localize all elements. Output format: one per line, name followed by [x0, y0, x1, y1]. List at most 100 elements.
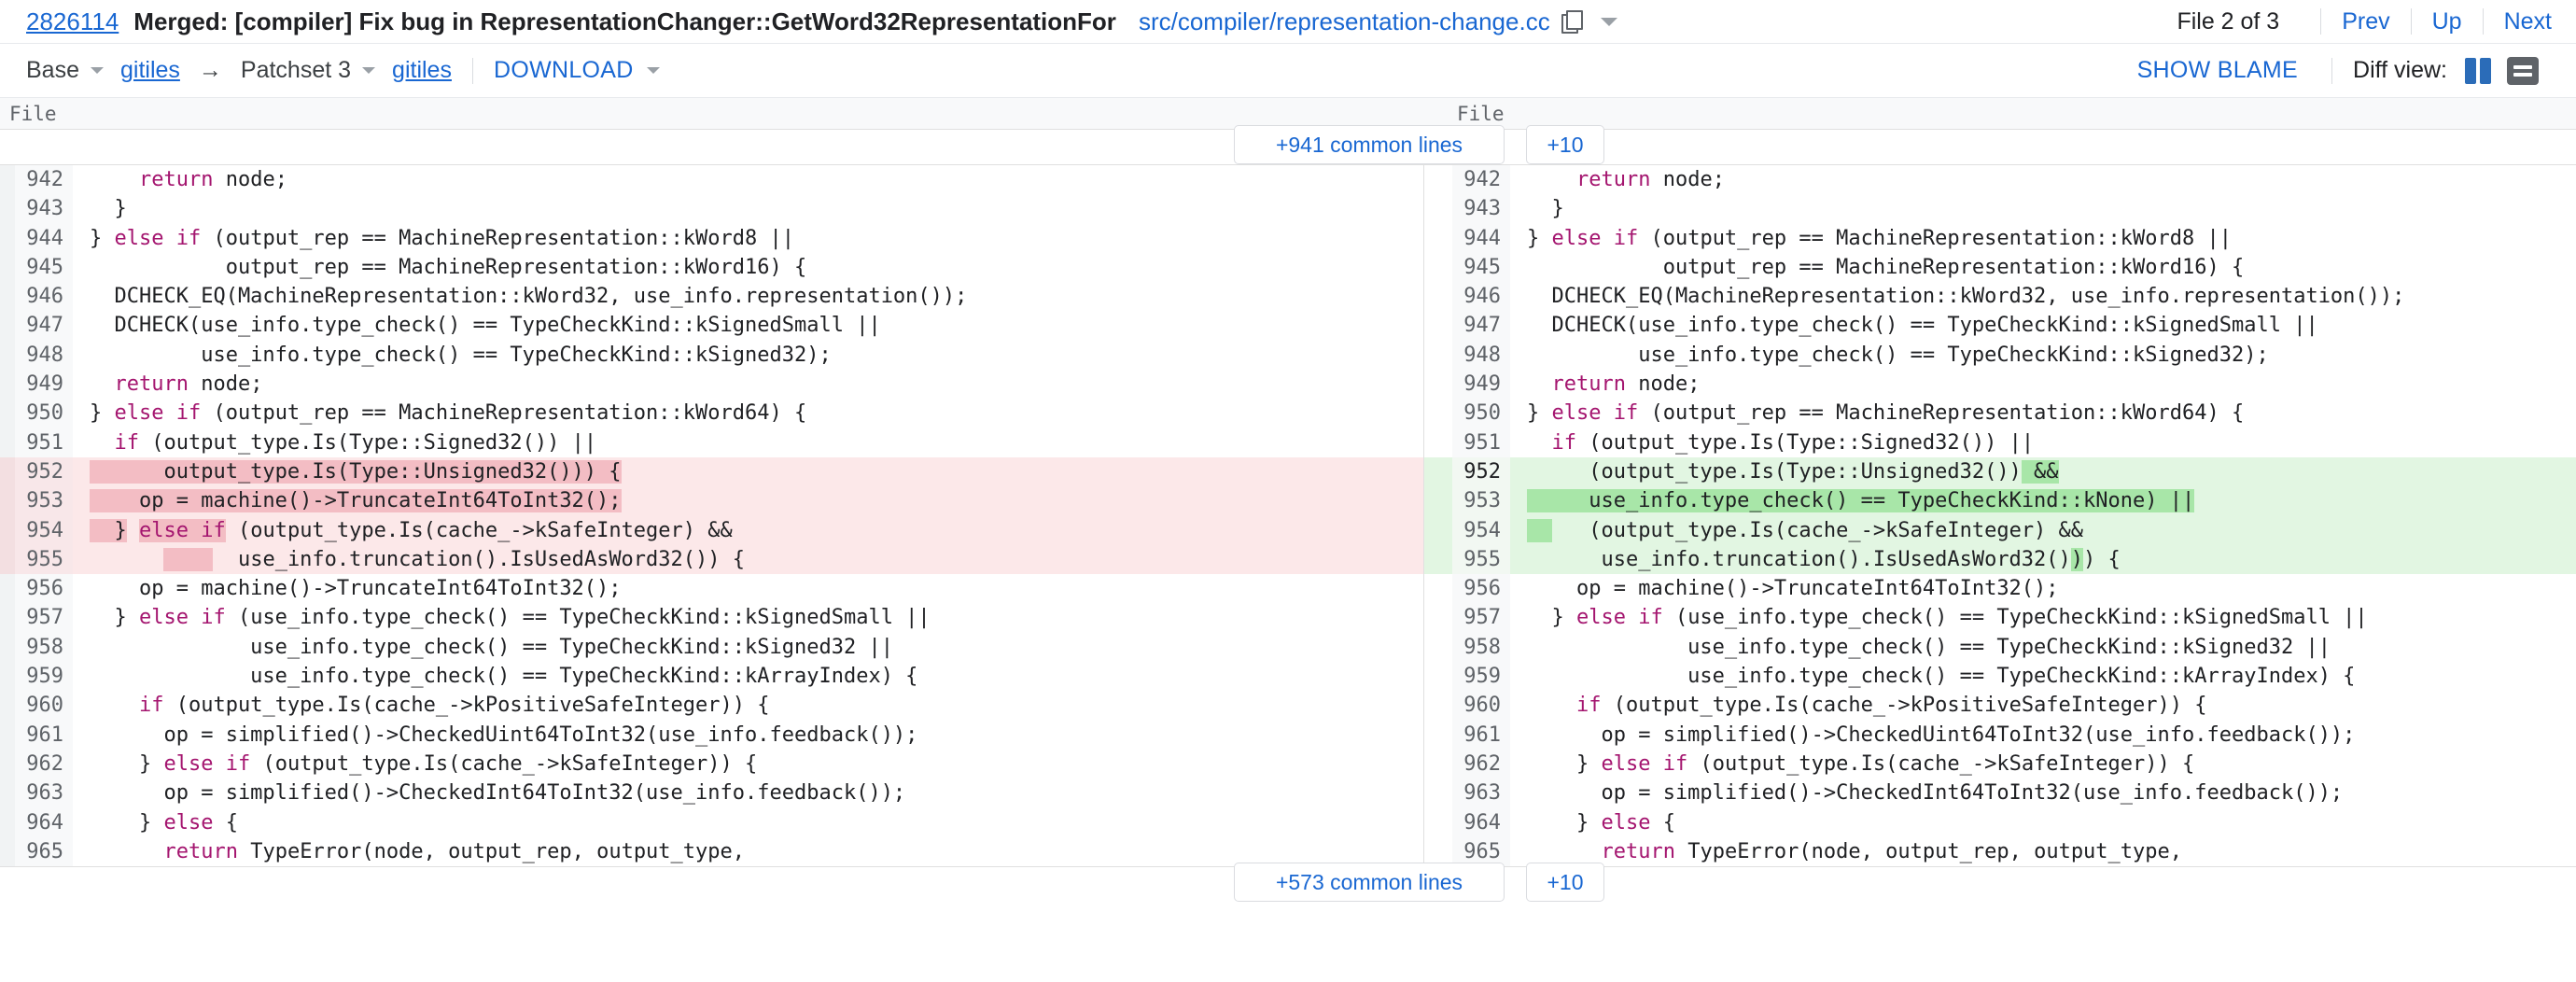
code-line[interactable]: use_info.type_check() == TypeCheckKind::… [1510, 662, 2576, 691]
diff-row[interactable]: 951 if (output_type.Is(Type::Signed32())… [1424, 428, 2576, 457]
code-line[interactable]: use_info.type_check() == TypeCheckKind::… [1510, 633, 2576, 662]
diff-row[interactable]: 961 op = simplified()->CheckedUint64ToIn… [0, 721, 1423, 750]
code-line[interactable]: } else if (output_rep == MachineRepresen… [1510, 399, 2576, 428]
code-line[interactable]: output_rep == MachineRepresentation::kWo… [73, 253, 1423, 282]
code-line[interactable]: use_info.type_check() == TypeCheckKind::… [73, 341, 1423, 370]
line-number[interactable]: 950 [1452, 399, 1510, 428]
code-line[interactable]: return node; [73, 165, 1423, 194]
code-line[interactable]: } [73, 194, 1423, 223]
line-number[interactable]: 959 [15, 662, 73, 691]
code-line[interactable]: } else if (output_type.Is(cache_->kSafeI… [73, 516, 1423, 545]
diff-row[interactable]: 948 use_info.type_check() == TypeCheckKi… [0, 341, 1423, 370]
code-line[interactable]: op = simplified()->CheckedUint64ToInt32(… [1510, 721, 2576, 750]
code-line[interactable]: } else if (output_type.Is(cache_->kSafeI… [1510, 750, 2576, 779]
line-number[interactable]: 953 [15, 486, 73, 515]
line-number[interactable]: 961 [15, 721, 73, 750]
diff-row[interactable]: 949 return node; [1424, 370, 2576, 399]
line-number[interactable]: 948 [1452, 341, 1510, 370]
code-line[interactable]: op = machine()->TruncateInt64ToInt32(); [1510, 574, 2576, 603]
line-number[interactable]: 946 [15, 282, 73, 311]
line-number[interactable]: 955 [15, 545, 73, 574]
code-line[interactable]: use_info.truncation().IsUsedAsWord32()) … [73, 545, 1423, 574]
expand-ten-lines-top[interactable]: +10 [1526, 125, 1604, 164]
line-number[interactable]: 957 [1452, 603, 1510, 632]
line-number[interactable]: 945 [15, 253, 73, 282]
diff-row[interactable]: 943 } [1424, 194, 2576, 223]
code-line[interactable]: op = machine()->TruncateInt64ToInt32(); [73, 574, 1423, 603]
prev-file-link[interactable]: Prev [2342, 8, 2389, 35]
diff-row[interactable]: 956 op = machine()->TruncateInt64ToInt32… [0, 574, 1423, 603]
line-number[interactable]: 942 [15, 165, 73, 194]
code-line[interactable]: return TypeError(node, output_rep, outpu… [73, 837, 1423, 866]
line-number[interactable]: 955 [1452, 545, 1510, 574]
code-line[interactable]: output_type.Is(Type::Unsigned32())) { [73, 457, 1423, 486]
line-number[interactable]: 950 [15, 399, 73, 428]
code-line[interactable]: if (output_type.Is(cache_->kPositiveSafe… [1510, 691, 2576, 720]
line-number[interactable]: 957 [15, 603, 73, 632]
code-line[interactable]: return node; [1510, 165, 2576, 194]
diff-row[interactable]: 962 } else if (output_type.Is(cache_->kS… [1424, 750, 2576, 779]
diff-row[interactable]: 943 } [0, 194, 1423, 223]
diff-row[interactable]: 950} else if (output_rep == MachineRepre… [0, 399, 1423, 428]
code-line[interactable]: use_info.type_check() == TypeCheckKind::… [73, 662, 1423, 691]
line-number[interactable]: 942 [1452, 165, 1510, 194]
line-number[interactable]: 960 [1452, 691, 1510, 720]
change-number-link[interactable]: 2826114 [26, 7, 119, 36]
line-number[interactable]: 954 [1452, 516, 1510, 545]
chevron-down-icon-base[interactable] [91, 67, 104, 74]
line-number[interactable]: 962 [15, 750, 73, 779]
code-line[interactable]: } else if (output_type.Is(cache_->kSafeI… [73, 750, 1423, 779]
line-number[interactable]: 944 [1452, 224, 1510, 253]
code-line[interactable]: } else if (output_rep == MachineRepresen… [73, 399, 1423, 428]
code-line[interactable]: } else { [73, 808, 1423, 837]
show-blame-button[interactable]: SHOW BLAME [2137, 57, 2298, 84]
code-line[interactable]: return node; [73, 370, 1423, 399]
code-line[interactable]: DCHECK_EQ(MachineRepresentation::kWord32… [73, 282, 1423, 311]
diff-row[interactable]: 946 DCHECK_EQ(MachineRepresentation::kWo… [0, 282, 1423, 311]
copy-icon[interactable] [1561, 10, 1582, 33]
diff-row[interactable]: 957 } else if (use_info.type_check() == … [1424, 603, 2576, 632]
line-number[interactable]: 943 [15, 194, 73, 223]
chevron-down-icon-file[interactable] [1601, 18, 1617, 26]
code-line[interactable]: } else if (use_info.type_check() == Type… [73, 603, 1423, 632]
line-number[interactable]: 963 [15, 779, 73, 807]
line-number[interactable]: 949 [1452, 370, 1510, 399]
chevron-down-icon-patchset[interactable] [362, 67, 375, 74]
code-line[interactable]: DCHECK(use_info.type_check() == TypeChec… [1510, 311, 2576, 340]
diff-row[interactable]: 952 (output_type.Is(Type::Unsigned32()) … [1424, 457, 2576, 486]
code-line[interactable]: (output_type.Is(cache_->kSafeInteger) && [1510, 516, 2576, 545]
line-number[interactable]: 961 [1452, 721, 1510, 750]
code-line[interactable]: op = simplified()->CheckedInt64ToInt32(u… [1510, 779, 2576, 807]
diff-row[interactable]: 942 return node; [0, 165, 1423, 194]
line-number[interactable]: 945 [1452, 253, 1510, 282]
code-line[interactable]: op = simplified()->CheckedUint64ToInt32(… [73, 721, 1423, 750]
code-line[interactable]: use_info.truncation().IsUsedAsWord32()))… [1510, 545, 2576, 574]
line-number[interactable]: 952 [15, 457, 73, 486]
diff-row[interactable]: 953 use_info.type_check() == TypeCheckKi… [1424, 486, 2576, 515]
chevron-down-icon-download[interactable] [647, 67, 660, 74]
diff-row[interactable]: 959 use_info.type_check() == TypeCheckKi… [1424, 662, 2576, 691]
code-line[interactable]: } else if (output_rep == MachineRepresen… [1510, 224, 2576, 253]
diff-row[interactable]: 957 } else if (use_info.type_check() == … [0, 603, 1423, 632]
diff-row[interactable]: 947 DCHECK(use_info.type_check() == Type… [1424, 311, 2576, 340]
code-line[interactable]: if (output_type.Is(Type::Signed32()) || [73, 428, 1423, 457]
code-line[interactable]: } else if (use_info.type_check() == Type… [1510, 603, 2576, 632]
unified-view-icon[interactable] [2507, 57, 2539, 85]
up-link[interactable]: Up [2432, 8, 2462, 35]
expand-ten-lines-bottom[interactable]: +10 [1526, 863, 1604, 902]
line-number[interactable]: 958 [1452, 633, 1510, 662]
diff-row[interactable]: 953 op = machine()->TruncateInt64ToInt32… [0, 486, 1423, 515]
line-number[interactable]: 958 [15, 633, 73, 662]
next-file-link[interactable]: Next [2504, 8, 2552, 35]
code-line[interactable]: output_rep == MachineRepresentation::kWo… [1510, 253, 2576, 282]
diff-row[interactable]: 944} else if (output_rep == MachineRepre… [1424, 224, 2576, 253]
expand-common-lines-top[interactable]: +941 common lines [1234, 125, 1505, 164]
line-number[interactable]: 964 [1452, 808, 1510, 837]
diff-row[interactable]: 960 if (output_type.Is(cache_->kPositive… [1424, 691, 2576, 720]
patchset-label[interactable]: Patchset 3 [241, 57, 351, 84]
diff-row[interactable]: 950} else if (output_rep == MachineRepre… [1424, 399, 2576, 428]
line-number[interactable]: 943 [1452, 194, 1510, 223]
line-number[interactable]: 954 [15, 516, 73, 545]
code-line[interactable]: DCHECK(use_info.type_check() == TypeChec… [73, 311, 1423, 340]
line-number[interactable]: 960 [15, 691, 73, 720]
